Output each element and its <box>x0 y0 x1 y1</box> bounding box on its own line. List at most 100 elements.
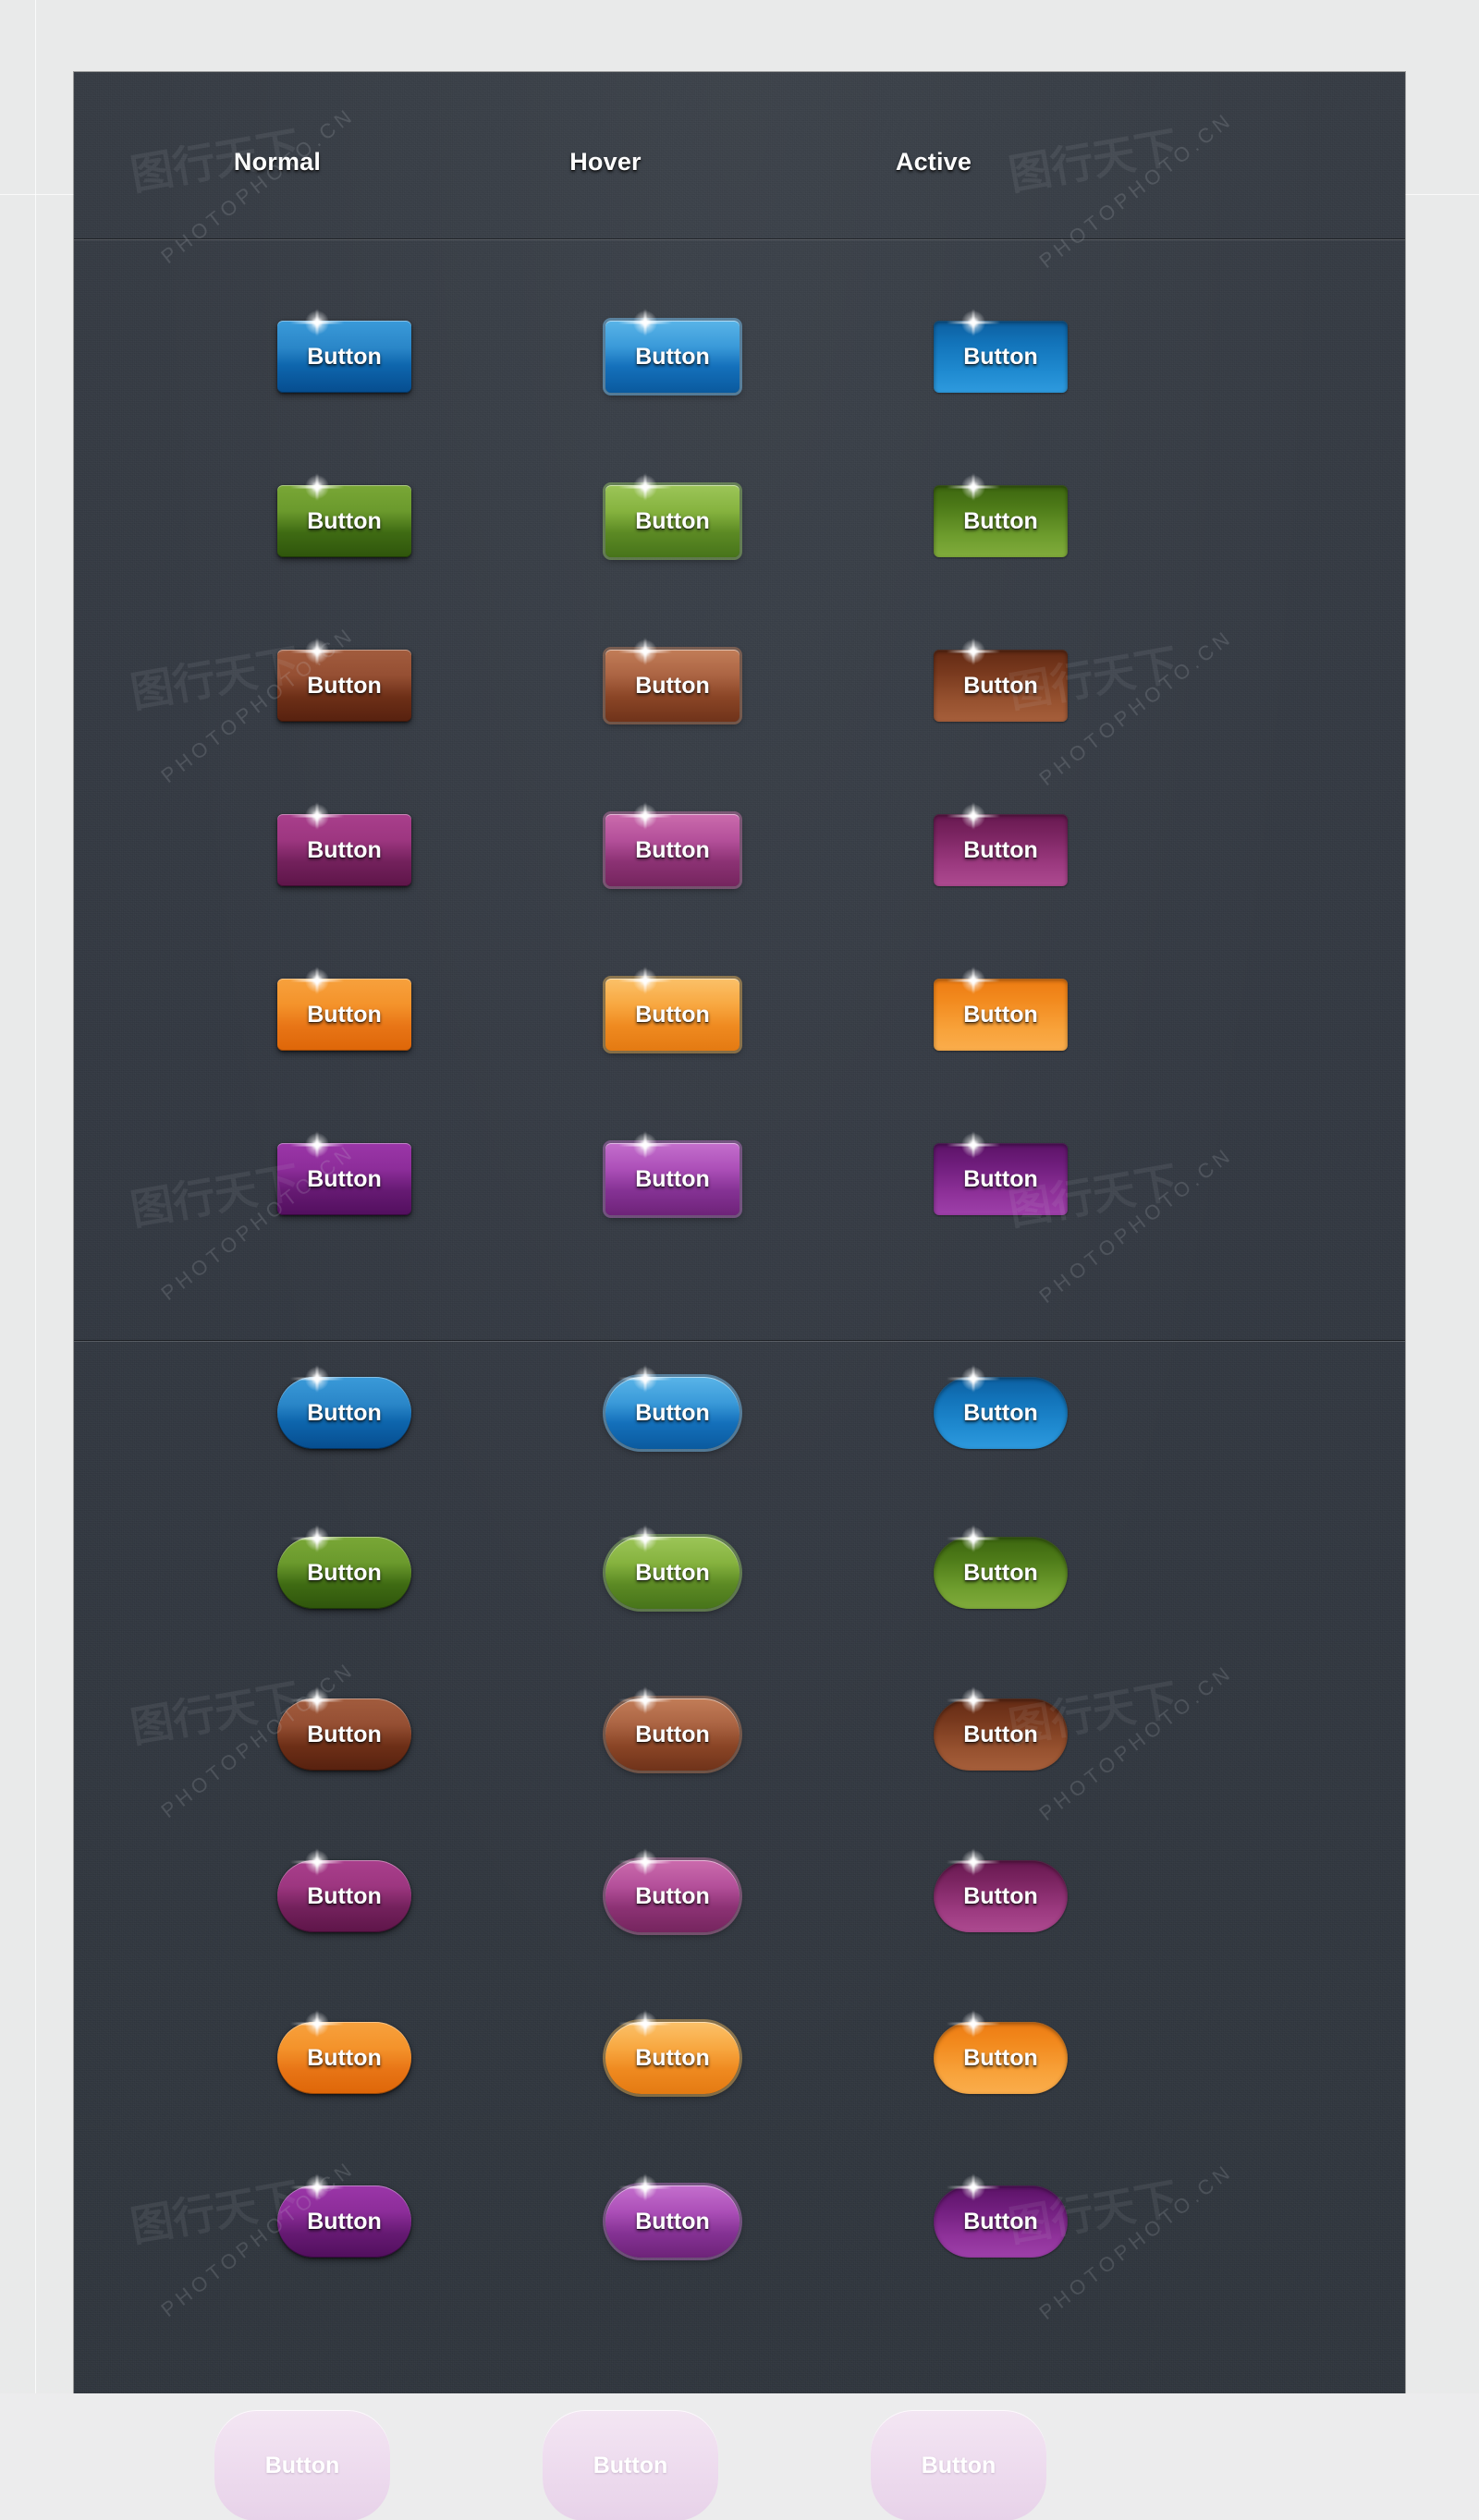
button-green-active[interactable]: Button <box>934 473 1068 557</box>
cell-orange-hover: Button <box>605 967 740 1051</box>
sparkle-icon <box>618 471 672 503</box>
table-row: Button Button Button <box>74 2010 1405 2094</box>
cell-magenta-normal: Button <box>277 802 411 886</box>
button-blue-hover[interactable]: Button <box>605 309 740 393</box>
pill-button-green-hover[interactable]: Button <box>605 1525 740 1609</box>
sparkle-icon <box>290 965 344 996</box>
pill-button-magenta-active[interactable]: Button <box>934 1848 1068 1932</box>
button-label: Button <box>635 1883 710 1909</box>
button-brown-hover[interactable]: Button <box>605 638 740 722</box>
pill-button-purple-hover[interactable]: Button <box>605 2173 740 2258</box>
button-label: Button <box>307 508 382 534</box>
pill-button-brown-normal[interactable]: Button <box>277 1686 411 1771</box>
cell-faded-hover: Button <box>543 2410 718 2520</box>
cell-green-hover: Button <box>605 473 740 557</box>
cell-pill-brown-normal: Button <box>277 1686 411 1771</box>
faded-button-active[interactable]: Button <box>871 2410 1046 2520</box>
button-blue-normal[interactable]: Button <box>277 309 411 393</box>
table-row: Button Button Button <box>74 2173 1405 2258</box>
button-magenta-normal[interactable]: Button <box>277 802 411 886</box>
button-label: Button <box>635 673 710 699</box>
cell-pill-brown-hover: Button <box>605 1686 740 1771</box>
faded-button-hover[interactable]: Button <box>543 2410 718 2520</box>
pill-button-blue-normal[interactable]: Button <box>277 1365 411 1449</box>
button-brown-normal[interactable]: Button <box>277 638 411 722</box>
pill-button-purple-normal[interactable]: Button <box>277 2173 411 2258</box>
button-orange-normal[interactable]: Button <box>277 967 411 1051</box>
cell-blue-hover: Button <box>605 309 740 393</box>
sparkle-icon <box>947 307 1000 338</box>
button-label: Button <box>963 344 1038 370</box>
button-magenta-hover[interactable]: Button <box>605 802 740 886</box>
faded-button-normal[interactable]: Button <box>214 2410 390 2520</box>
cutoff-button-row: Button Button Button <box>0 2393 1479 2520</box>
button-label: Button <box>963 837 1038 863</box>
pill-button-blue-hover[interactable]: Button <box>605 1365 740 1449</box>
sparkle-icon <box>618 1685 672 1716</box>
button-green-normal[interactable]: Button <box>277 473 411 557</box>
sparkle-icon <box>947 1685 1000 1716</box>
button-label: Button <box>307 1002 382 1028</box>
button-label: Button <box>264 2453 340 2478</box>
pill-button-green-normal[interactable]: Button <box>277 1525 411 1609</box>
cell-magenta-active: Button <box>934 802 1068 886</box>
table-row: Button Button Button <box>74 1525 1405 1609</box>
button-label: Button <box>307 1400 382 1426</box>
sparkle-icon <box>947 2008 1000 2039</box>
cell-pill-brown-active: Button <box>934 1686 1068 1771</box>
pill-button-purple-active[interactable]: Button <box>934 2173 1068 2258</box>
button-green-hover[interactable]: Button <box>605 473 740 557</box>
page-seam-vertical <box>35 0 36 2520</box>
table-row: Button Button Button <box>74 1131 1405 1215</box>
button-label: Button <box>307 1166 382 1192</box>
button-orange-active[interactable]: Button <box>934 967 1068 1051</box>
pill-button-magenta-hover[interactable]: Button <box>605 1848 740 1932</box>
table-row: Button Button Button <box>74 1365 1405 1449</box>
button-kit-panel: Normal Hover Active Button Button Button… <box>74 72 1405 2393</box>
cell-pill-orange-hover: Button <box>605 2010 740 2094</box>
cell-pill-green-hover: Button <box>605 1525 740 1609</box>
button-orange-hover[interactable]: Button <box>605 967 740 1051</box>
section-divider <box>74 1340 1405 1342</box>
sparkle-icon <box>290 307 344 338</box>
pill-button-magenta-normal[interactable]: Button <box>277 1848 411 1932</box>
button-blue-active[interactable]: Button <box>934 309 1068 393</box>
pill-button-green-active[interactable]: Button <box>934 1525 1068 1609</box>
button-label: Button <box>593 2453 668 2478</box>
sparkle-icon <box>618 1846 672 1878</box>
pill-button-brown-hover[interactable]: Button <box>605 1686 740 1771</box>
pill-button-blue-active[interactable]: Button <box>934 1365 1068 1449</box>
cell-brown-hover: Button <box>605 638 740 722</box>
pill-button-orange-normal[interactable]: Button <box>277 2010 411 2094</box>
sparkle-icon <box>947 1129 1000 1161</box>
button-label: Button <box>635 1560 710 1586</box>
sparkle-icon <box>618 800 672 832</box>
button-purple-active[interactable]: Button <box>934 1131 1068 1215</box>
button-label: Button <box>635 837 710 863</box>
pill-button-orange-hover[interactable]: Button <box>605 2010 740 2094</box>
sparkle-icon <box>618 1523 672 1554</box>
cell-purple-active: Button <box>934 1131 1068 1215</box>
cell-brown-active: Button <box>934 638 1068 722</box>
sparkle-icon <box>947 1523 1000 1554</box>
button-label: Button <box>307 1560 382 1586</box>
sparkle-icon <box>618 965 672 996</box>
cell-pill-blue-normal: Button <box>277 1365 411 1449</box>
button-label: Button <box>963 1002 1038 1028</box>
pill-button-orange-active[interactable]: Button <box>934 2010 1068 2094</box>
button-label: Button <box>635 344 710 370</box>
button-brown-active[interactable]: Button <box>934 638 1068 722</box>
button-magenta-active[interactable]: Button <box>934 802 1068 886</box>
column-header-normal: Normal <box>233 148 322 176</box>
cell-pill-blue-active: Button <box>934 1365 1068 1449</box>
cell-pill-purple-normal: Button <box>277 2173 411 2258</box>
button-purple-hover[interactable]: Button <box>605 1131 740 1215</box>
pill-button-brown-active[interactable]: Button <box>934 1686 1068 1771</box>
column-header-row: Normal Hover Active <box>74 148 1405 192</box>
sparkle-icon <box>290 2008 344 2039</box>
button-purple-normal[interactable]: Button <box>277 1131 411 1215</box>
sparkle-icon <box>947 471 1000 503</box>
button-label: Button <box>635 1002 710 1028</box>
sparkle-icon <box>947 2172 1000 2203</box>
sparkle-icon <box>618 1129 672 1161</box>
